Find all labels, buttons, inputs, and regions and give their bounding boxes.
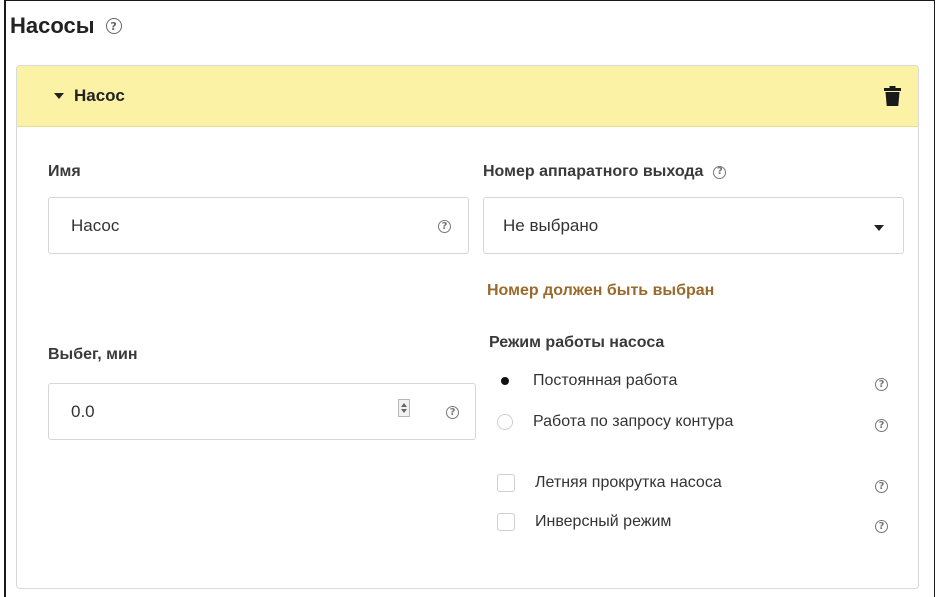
checkbox-label: Летняя прокрутка насоса <box>535 474 722 491</box>
checkbox-label: Инверсный режим <box>535 513 672 530</box>
question-circle-icon[interactable]: ? <box>105 18 122 34</box>
summer-rotation-checkbox-row[interactable]: Летняя прокрутка насоса <box>497 474 722 492</box>
chevron-down-icon <box>874 225 884 231</box>
question-circle-icon[interactable]: ? <box>875 480 888 493</box>
name-input-value: Насос <box>71 215 120 235</box>
inverse-mode-checkbox-row[interactable]: Инверсный режим <box>497 513 671 531</box>
section-header: Насосы ? <box>10 13 122 39</box>
section-title: Насосы <box>10 13 95 38</box>
number-spinner[interactable] <box>398 399 410 417</box>
output-error-message: Номер должен быть выбран <box>487 282 715 299</box>
question-circle-icon[interactable]: ? <box>875 520 888 533</box>
radio-button[interactable] <box>497 414 513 430</box>
output-select-value: Не выбрано <box>503 215 599 235</box>
question-circle-icon[interactable]: ? <box>446 406 459 419</box>
question-circle-icon[interactable]: ? <box>438 220 451 233</box>
pump-card: Насос <box>16 65 919 589</box>
output-label-row: Номер аппаратного выхода ? <box>483 163 727 181</box>
mode-option-constant[interactable]: Постоянная работа <box>497 372 677 390</box>
mode-option-label: Работа по запросу контура <box>533 413 734 430</box>
output-label: Номер аппаратного выхода <box>483 163 704 180</box>
pump-card-header[interactable]: Насос <box>17 66 918 127</box>
caret-down-icon[interactable] <box>54 93 64 99</box>
runout-input[interactable]: 0.0 ? <box>48 383 476 440</box>
name-input[interactable]: Насос ? <box>48 197 469 254</box>
name-label: Имя <box>48 163 81 180</box>
question-circle-icon[interactable]: ? <box>875 419 888 432</box>
mode-option-label: Постоянная работа <box>533 372 678 389</box>
checkbox[interactable] <box>497 513 515 531</box>
runout-label: Выбег, мин <box>48 346 138 363</box>
radio-button[interactable] <box>497 373 513 389</box>
question-circle-icon[interactable]: ? <box>713 165 727 179</box>
trash-icon[interactable] <box>884 86 901 106</box>
mode-label: Режим работы насоса <box>489 334 665 351</box>
output-select[interactable]: Не выбрано <box>483 197 904 254</box>
runout-input-value: 0.0 <box>71 401 95 421</box>
question-circle-icon[interactable]: ? <box>875 378 888 391</box>
mode-option-on-demand[interactable]: Работа по запросу контура <box>497 413 733 431</box>
pump-card-title: Насос <box>74 86 125 105</box>
checkbox[interactable] <box>497 474 515 492</box>
